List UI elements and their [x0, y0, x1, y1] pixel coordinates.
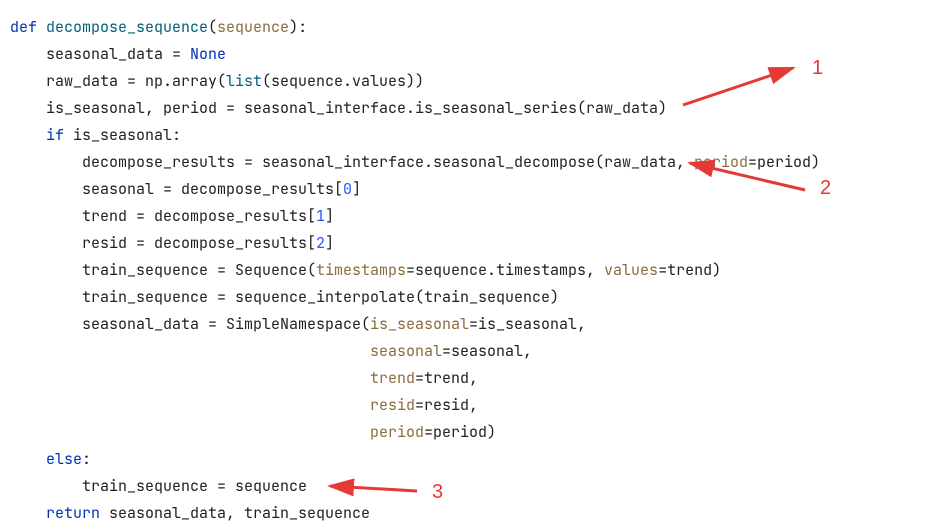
- code-line: is_seasonal, period = seasonal_interface…: [10, 95, 937, 122]
- code-line: else:: [10, 446, 937, 473]
- kwarg: values: [604, 260, 658, 280]
- code-text: ]: [325, 206, 334, 226]
- code-line: if is_seasonal:: [10, 122, 937, 149]
- kwarg: is_seasonal: [370, 314, 469, 334]
- code-line: resid=resid,: [10, 392, 937, 419]
- code-line: train_sequence = Sequence(timestamps=seq…: [10, 257, 937, 284]
- builtin-list: list: [226, 71, 262, 91]
- code-line: period=period): [10, 419, 937, 446]
- code-text: train_sequence = sequence: [10, 476, 307, 496]
- kwarg: period: [694, 152, 748, 172]
- code-text: raw_data = np.array(: [10, 71, 226, 91]
- code-line: raw_data = np.array(list(sequence.values…: [10, 68, 937, 95]
- code-text: =resid,: [415, 395, 478, 415]
- code-line: decompose_results = seasonal_interface.s…: [10, 149, 937, 176]
- code-text: train_sequence = sequence_interpolate(tr…: [10, 287, 559, 307]
- code-line: return seasonal_data, train_sequence: [10, 500, 937, 527]
- code-block: def decompose_sequence(sequence): season…: [0, 0, 937, 527]
- code-text: =trend,: [415, 368, 478, 388]
- punct: (: [208, 17, 217, 37]
- code-text: seasonal_data =: [10, 44, 190, 64]
- code-line: seasonal=seasonal,: [10, 338, 937, 365]
- code-text: ]: [325, 233, 334, 253]
- code-text: seasonal = decompose_results[: [10, 179, 343, 199]
- code-text: trend = decompose_results[: [10, 206, 316, 226]
- code-text: is_seasonal, period = seasonal_interface…: [10, 98, 667, 118]
- code-text: [10, 422, 370, 442]
- punct: ):: [289, 17, 307, 37]
- keyword-else: else: [10, 449, 82, 469]
- code-text: =trend): [658, 260, 721, 280]
- kwarg: trend: [370, 368, 415, 388]
- number-literal: 0: [343, 179, 352, 199]
- function-name: decompose_sequence: [46, 17, 208, 37]
- kwarg: resid: [370, 395, 415, 415]
- code-text: [10, 368, 370, 388]
- code-text: ]: [352, 179, 361, 199]
- code-text: =sequence.timestamps,: [406, 260, 604, 280]
- code-line: trend=trend,: [10, 365, 937, 392]
- code-line: resid = decompose_results[2]: [10, 230, 937, 257]
- code-line: def decompose_sequence(sequence):: [10, 14, 937, 41]
- keyword-none: None: [190, 44, 226, 64]
- code-text: decompose_results = seasonal_interface.s…: [10, 152, 694, 172]
- code-text: :: [82, 449, 91, 469]
- code-line: seasonal_data = SimpleNamespace(is_seaso…: [10, 311, 937, 338]
- code-text: seasonal_data, train_sequence: [109, 503, 370, 523]
- code-text: train_sequence = Sequence(: [10, 260, 316, 280]
- number-literal: 2: [316, 233, 325, 253]
- kwarg: period: [370, 422, 424, 442]
- code-text: =seasonal,: [442, 341, 532, 361]
- code-text: =period): [748, 152, 820, 172]
- code-line: seasonal = decompose_results[0]: [10, 176, 937, 203]
- kwarg: timestamps: [316, 260, 406, 280]
- code-line: seasonal_data = None: [10, 41, 937, 68]
- kwarg: seasonal: [370, 341, 442, 361]
- code-text: [10, 395, 370, 415]
- keyword-if: if: [10, 125, 73, 145]
- code-text: resid = decompose_results[: [10, 233, 316, 253]
- keyword-def: def: [10, 17, 46, 37]
- code-text: is_seasonal:: [73, 125, 181, 145]
- code-line: train_sequence = sequence: [10, 473, 937, 500]
- code-line: train_sequence = sequence_interpolate(tr…: [10, 284, 937, 311]
- number-literal: 1: [316, 206, 325, 226]
- code-text: =period): [424, 422, 496, 442]
- code-text: (sequence.values)): [262, 71, 424, 91]
- code-line: trend = decompose_results[1]: [10, 203, 937, 230]
- code-text: =is_seasonal,: [469, 314, 586, 334]
- keyword-return: return: [10, 503, 109, 523]
- code-text: seasonal_data = SimpleNamespace(: [10, 314, 370, 334]
- code-text: [10, 341, 370, 361]
- param-name: sequence: [217, 17, 289, 37]
